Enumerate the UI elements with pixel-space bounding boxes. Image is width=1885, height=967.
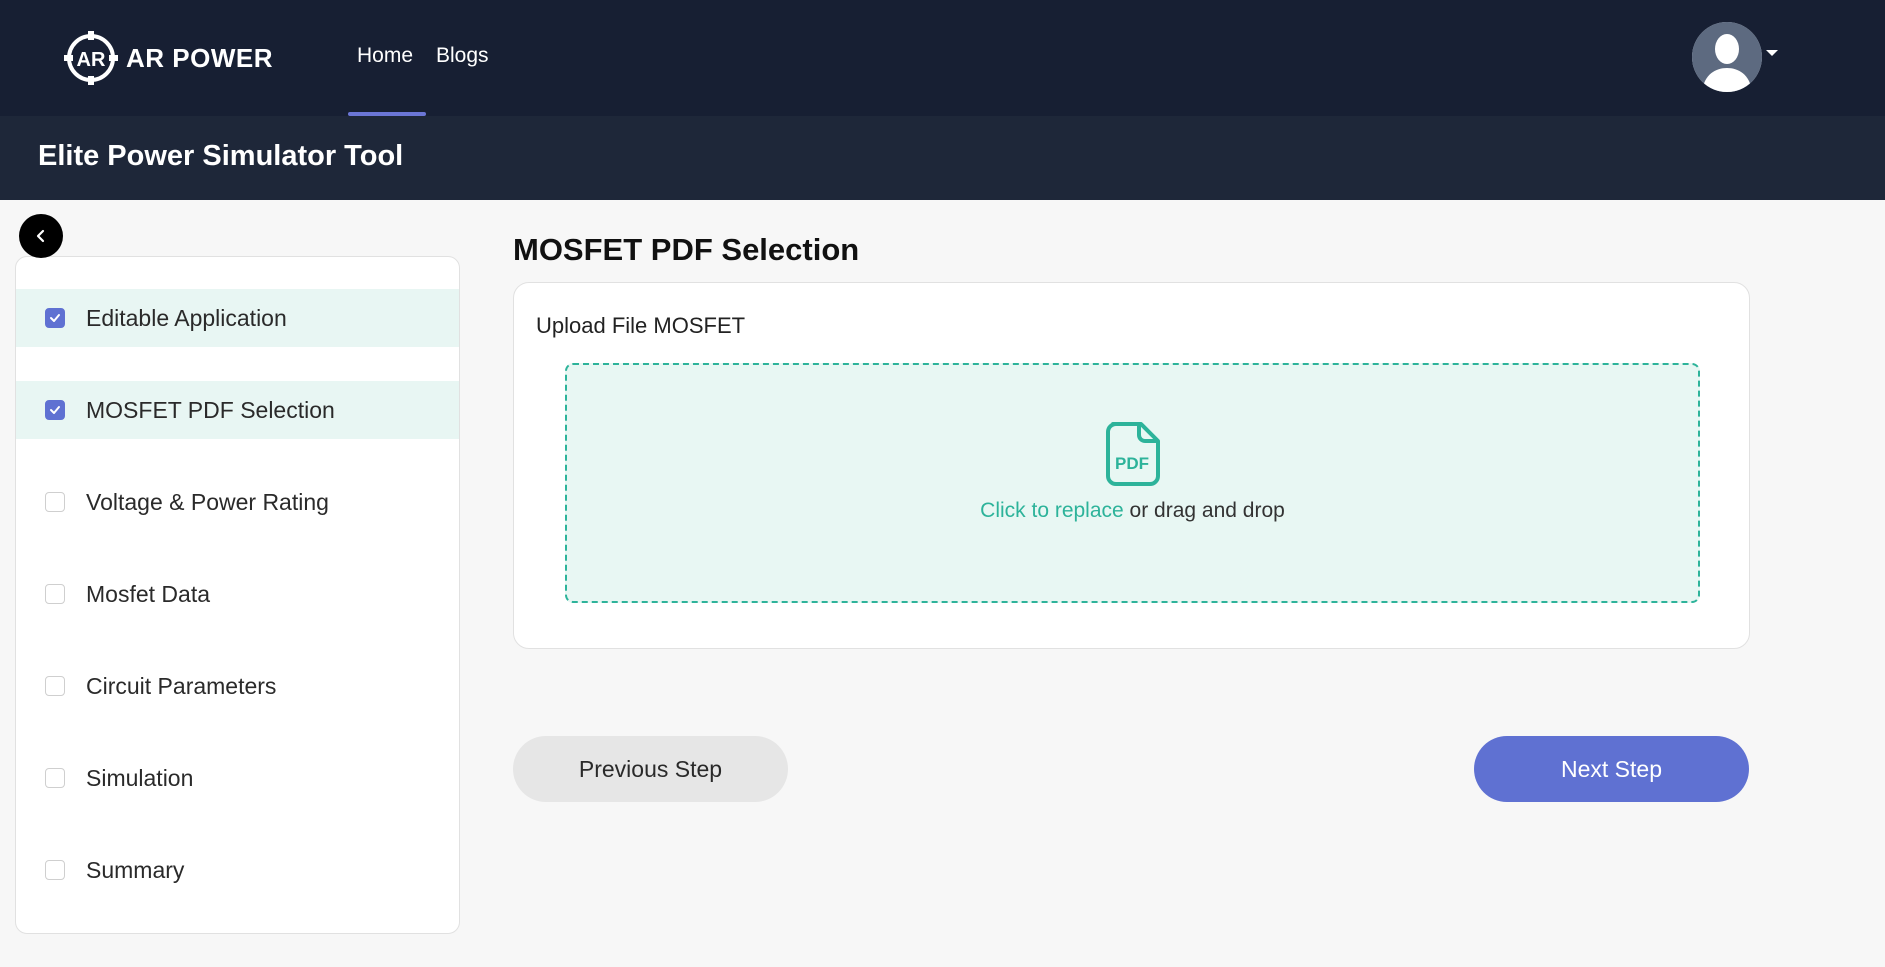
avatar-dropdown-caret-icon[interactable] (1766, 50, 1778, 56)
step-label: MOSFET PDF Selection (86, 396, 335, 423)
drag-drop-text: or drag and drop (1123, 499, 1285, 522)
checkmark-icon (50, 406, 60, 414)
section-heading: MOSFET PDF Selection (513, 232, 860, 267)
step-checkbox[interactable] (45, 492, 65, 512)
step-voltage-power-rating[interactable]: Voltage & Power Rating (16, 473, 459, 531)
page-title: Elite Power Simulator Tool (38, 140, 404, 172)
nav-link-home[interactable]: Home (357, 44, 413, 68)
ar-logo-icon: AR (64, 31, 118, 85)
step-summary[interactable]: Summary (16, 841, 459, 899)
click-to-replace-link[interactable]: Click to replace (980, 499, 1124, 522)
file-dropzone[interactable]: PDF Click to replace or drag and drop (565, 363, 1700, 603)
step-mosfet-data[interactable]: Mosfet Data (16, 565, 459, 623)
step-checkbox[interactable] (45, 860, 65, 880)
previous-step-button[interactable]: Previous Step (513, 736, 788, 802)
step-checkbox[interactable] (45, 676, 65, 696)
pdf-file-icon: PDF (1106, 422, 1160, 486)
user-silhouette-icon (1692, 22, 1762, 92)
svg-text:AR: AR (77, 49, 106, 71)
nav-link-blogs[interactable]: Blogs (436, 44, 489, 68)
step-editable-application[interactable]: Editable Application (16, 289, 459, 347)
step-label: Summary (86, 856, 185, 883)
step-checkbox[interactable] (45, 768, 65, 788)
dropzone-instructions: Click to replace or drag and drop (567, 499, 1698, 523)
step-simulation[interactable]: Simulation (16, 749, 459, 807)
step-mosfet-pdf-selection[interactable]: MOSFET PDF Selection (16, 381, 459, 439)
tool-title-bar: Elite Power Simulator Tool (0, 116, 1885, 200)
step-checkbox-checked[interactable] (45, 400, 65, 420)
step-label: Voltage & Power Rating (86, 488, 329, 515)
step-label: Mosfet Data (86, 580, 210, 607)
brand-logo[interactable]: AR AR POWER (64, 31, 273, 85)
upload-label: Upload File MOSFET (536, 313, 746, 338)
sidebar-collapse-button[interactable] (19, 214, 63, 258)
step-label: Simulation (86, 764, 194, 791)
chevron-left-icon (36, 229, 45, 243)
top-navbar: AR AR POWER Home Blogs (0, 0, 1885, 116)
step-checkbox[interactable] (45, 584, 65, 604)
step-circuit-parameters[interactable]: Circuit Parameters (16, 657, 459, 715)
step-checkbox-checked[interactable] (45, 308, 65, 328)
steps-sidebar: Editable Application MOSFET PDF Selectio… (15, 256, 460, 934)
step-label: Circuit Parameters (86, 672, 277, 699)
upload-card: Upload File MOSFET PDF Click to replace … (513, 282, 1750, 649)
step-label: Editable Application (86, 304, 287, 331)
svg-text:PDF: PDF (1115, 454, 1149, 473)
brand-name: AR POWER (126, 42, 273, 73)
checkmark-icon (50, 314, 60, 322)
user-avatar[interactable] (1692, 22, 1762, 92)
next-step-button[interactable]: Next Step (1474, 736, 1749, 802)
